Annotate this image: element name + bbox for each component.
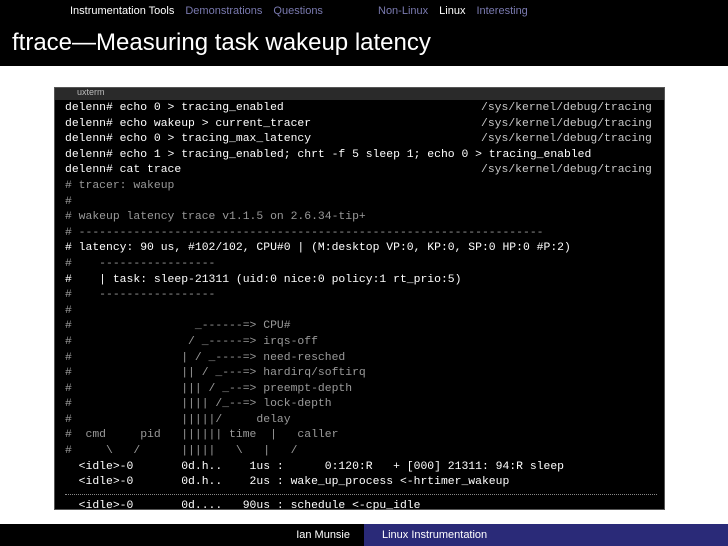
slide-title: ftrace—Measuring task wakeup latency: [12, 29, 431, 56]
nav-left-group: Instrumentation Tools Demonstrations Que…: [70, 5, 334, 17]
trace-header-line: # wakeup latency trace v1.1.5 on 2.6.34-…: [65, 211, 366, 224]
trace-header-line: # tracer: wakeup: [65, 179, 175, 192]
xterm-titlebar: uxterm: [55, 87, 664, 100]
nav-item-questions[interactable]: Questions: [273, 5, 323, 17]
terminal-output: delenn# echo 0 > tracing_enabled/sys/ker…: [65, 101, 657, 530]
trace-legend-line: # || / _---=> hardirq/softirq: [65, 367, 366, 380]
xterm-title: uxterm: [77, 87, 105, 97]
trace-legend-line: # / _-----=> irqs-off: [65, 335, 318, 348]
trace-legend-line: # |||| /_--=> lock-depth: [65, 398, 332, 411]
section-navigation: Instrumentation Tools Demonstrations Que…: [0, 0, 728, 22]
trace-header-line: # -----------------: [65, 257, 216, 270]
trace-column-header: # cmd pid |||||| time | caller: [65, 429, 339, 442]
cwd-text: /sys/kernel/debug/tracing: [481, 164, 652, 177]
nav-item-instrumentation-tools[interactable]: Instrumentation Tools: [70, 5, 174, 17]
terminal-prompt-line: delenn# echo 0 > tracing_max_latency/sys…: [65, 132, 657, 148]
xterm-window: uxterm delenn# echo 0 > tracing_enabled /…: [54, 87, 665, 527]
footer-talk-title: Linux Instrumentation: [364, 524, 728, 546]
nav-item-non-linux[interactable]: Non-Linux: [378, 5, 428, 17]
command-text: delenn# echo 1 > tracing_enabled; chrt -…: [65, 148, 592, 161]
terminal-prompt-line: delenn# echo 1 > tracing_enabled; chrt -…: [65, 148, 657, 164]
footer-author: Ian Munsie: [0, 524, 364, 546]
trace-entry-line: <idle>-0 0d.h.. 2us : wake_up_process <-…: [65, 476, 510, 489]
command-text: delenn# cat trace: [65, 164, 182, 177]
terminal-prompt-line: delenn# echo wakeup > current_tracer/sys…: [65, 117, 657, 133]
command-text: delenn# echo 0 > tracing_max_latency: [65, 133, 312, 146]
trace-column-header: # \ / ||||| \ | /: [65, 445, 298, 458]
trace-entry-line: <idle>-0 0d.h.. 1us : 0:120:R + [000] 21…: [65, 460, 564, 473]
terminal-prompt-line: delenn# cat trace/sys/kernel/debug/traci…: [65, 163, 657, 179]
cwd-text: /sys/kernel/debug/tracing: [481, 133, 652, 146]
nav-item-interesting[interactable]: Interesting: [476, 5, 527, 17]
trace-latency-line: # latency: 90 us, #102/102, CPU#0 | (M:d…: [65, 242, 571, 255]
trace-legend-line: # | / _----=> need-resched: [65, 351, 346, 364]
command-text: delenn# echo 0 > tracing_enabled: [65, 102, 284, 114]
cwd-text: /sys/kernel/debug/tracing: [481, 117, 652, 130]
nav-item-demonstrations[interactable]: Demonstrations: [185, 5, 262, 17]
trace-legend-line: # ||| / _--=> preempt-depth: [65, 382, 353, 395]
dotted-rule: [65, 493, 657, 495]
trace-legend-line: # |||||/ delay: [65, 413, 291, 426]
trace-header-line: # -----------------: [65, 289, 216, 302]
nav-item-linux[interactable]: Linux: [439, 5, 465, 17]
trace-entry-line: <idle>-0 0d.... 90us : schedule <-cpu_id…: [65, 499, 421, 512]
terminal-prompt-line: delenn# echo 0 > tracing_enabled/sys/ker…: [65, 101, 657, 117]
trace-elision-divider: [65, 491, 657, 499]
slide-footer: Ian Munsie Linux Instrumentation: [0, 524, 728, 546]
trace-task-line: # | task: sleep-21311 (uid:0 nice:0 poli…: [65, 273, 462, 286]
trace-legend-line: # _------=> CPU#: [65, 320, 291, 333]
trace-header-line: #: [65, 304, 72, 317]
command-text: delenn# echo wakeup > current_tracer: [65, 117, 312, 130]
trace-header-line: # --------------------------------------…: [65, 226, 544, 239]
cwd-text: /sys/kernel/debug/tracing: [481, 102, 652, 114]
nav-right-group: Non-Linux Linux Interesting: [378, 5, 539, 17]
trace-header-line: #: [65, 195, 72, 208]
